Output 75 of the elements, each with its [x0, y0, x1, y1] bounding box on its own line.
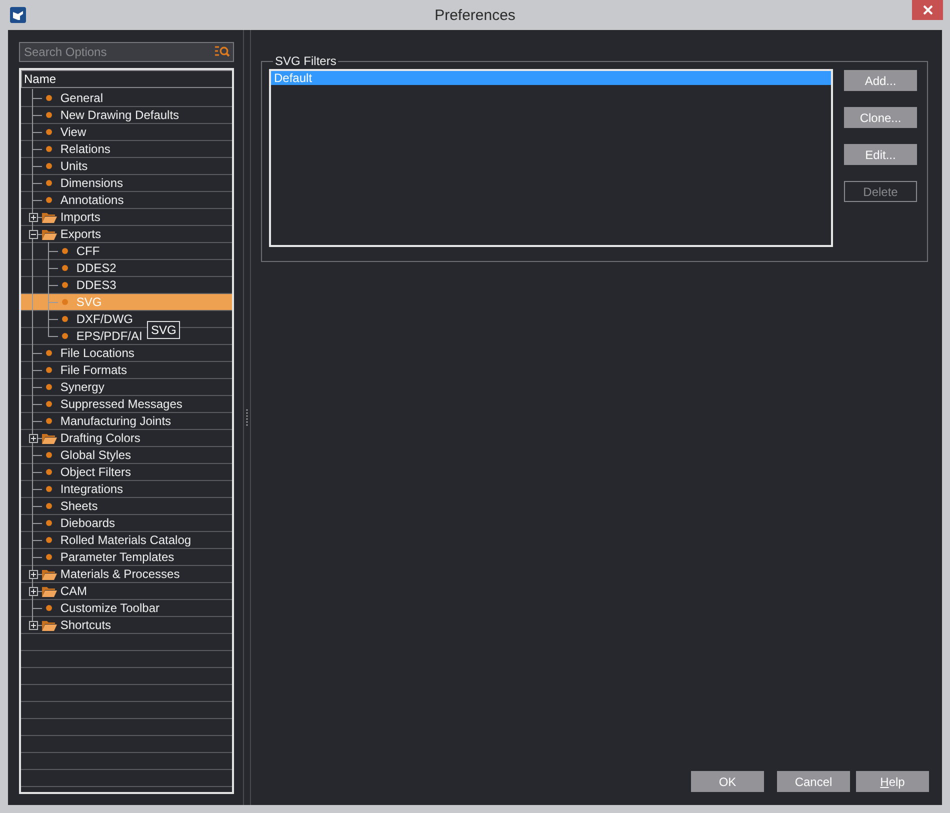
- tree-item[interactable]: Manufacturing Joints: [21, 413, 232, 430]
- window-title: Preferences: [434, 7, 516, 24]
- tree-item[interactable]: Integrations: [21, 481, 232, 498]
- bullet-icon: [46, 503, 52, 509]
- bullet-icon: [46, 384, 52, 390]
- folder-icon: [41, 431, 57, 445]
- tree-item[interactable]: Imports: [21, 209, 232, 226]
- collapse-icon[interactable]: [28, 230, 38, 239]
- tree-item[interactable]: General: [21, 90, 232, 107]
- tree-item[interactable]: Dimensions: [21, 175, 232, 192]
- bullet-icon: [46, 197, 52, 203]
- bullet-icon: [46, 350, 52, 356]
- tree-item[interactable]: Drafting Colors: [21, 430, 232, 447]
- tree-item[interactable]: Sheets: [21, 498, 232, 515]
- bullet-icon: [62, 299, 68, 305]
- folder-icon: [41, 227, 57, 241]
- folder-icon: [41, 567, 57, 581]
- bullet-icon: [46, 180, 52, 186]
- bullet-icon: [62, 316, 68, 322]
- tree-item[interactable]: Suppressed Messages: [21, 396, 232, 413]
- bullet-icon: [46, 95, 52, 101]
- close-icon: [922, 5, 932, 15]
- bullet-icon: [46, 452, 52, 458]
- tree-item[interactable]: Exports: [21, 226, 232, 243]
- tree-item[interactable]: Parameter Templates: [21, 549, 232, 566]
- bullet-icon: [46, 163, 52, 169]
- bullet-icon: [46, 554, 52, 560]
- expand-icon[interactable]: [28, 570, 38, 579]
- bullet-icon: [62, 265, 68, 271]
- expand-icon[interactable]: [28, 213, 38, 222]
- bullet-icon: [62, 248, 68, 254]
- tree-item[interactable]: Units: [21, 158, 232, 175]
- tree-item[interactable]: Shortcuts: [21, 617, 232, 634]
- tree-item[interactable]: DDES2: [21, 260, 232, 277]
- tree-item[interactable]: Global Styles: [21, 447, 232, 464]
- tree-item[interactable]: Rolled Materials Catalog: [21, 532, 232, 549]
- column-header[interactable]: Name: [21, 70, 232, 88]
- tree-item[interactable]: Dieboards: [21, 515, 232, 532]
- bullet-icon: [46, 367, 52, 373]
- bullet-icon: [46, 537, 52, 543]
- close-button[interactable]: [912, 0, 943, 20]
- folder-icon: [41, 210, 57, 224]
- tree-item[interactable]: View: [21, 124, 232, 141]
- expand-icon[interactable]: [28, 587, 38, 596]
- search-icon[interactable]: [215, 46, 230, 57]
- tree-item[interactable]: New Drawing Defaults: [21, 107, 232, 124]
- tree-item[interactable]: Materials & Processes: [21, 566, 232, 583]
- tree-item[interactable]: Object Filters: [21, 464, 232, 481]
- group-title: SVG Filters: [274, 54, 338, 68]
- folder-icon: [41, 618, 57, 632]
- bullet-icon: [62, 282, 68, 288]
- bullet-icon: [46, 605, 52, 611]
- bullet-icon: [46, 112, 52, 118]
- bullet-icon: [46, 146, 52, 152]
- tree-item[interactable]: File Formats: [21, 362, 232, 379]
- tree-item[interactable]: CAM: [21, 583, 232, 600]
- expand-icon[interactable]: [28, 434, 38, 443]
- bullet-icon: [46, 129, 52, 135]
- bullet-icon: [62, 333, 68, 339]
- folder-icon: [41, 584, 57, 598]
- tree-item[interactable]: File Locations: [21, 345, 232, 362]
- bullet-icon: [46, 469, 52, 475]
- bullet-icon: [46, 486, 52, 492]
- bullet-icon: [46, 520, 52, 526]
- tree-item[interactable]: Relations: [21, 141, 232, 158]
- tree-item[interactable]: Annotations: [21, 192, 232, 209]
- bullet-icon: [46, 418, 52, 424]
- tree-item[interactable]: CFF: [21, 243, 232, 260]
- app-logo-icon: [10, 7, 26, 23]
- expand-icon[interactable]: [28, 621, 38, 630]
- tree-item[interactable]: Customize Toolbar: [21, 600, 232, 617]
- tooltip: SVG: [147, 321, 180, 339]
- search-field[interactable]: Search Options: [19, 42, 234, 62]
- tree-item[interactable]: Synergy: [21, 379, 232, 396]
- bullet-icon: [46, 401, 52, 407]
